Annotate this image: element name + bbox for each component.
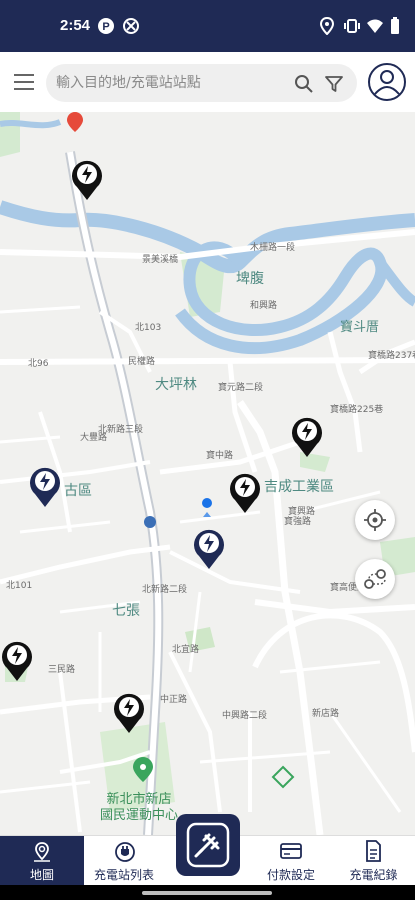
district-label: 吉成工業區 <box>264 479 334 495</box>
charging-marker[interactable] <box>112 690 146 734</box>
tab-label: 地圖 <box>29 868 54 882</box>
road-label: 寶橋路237巷 <box>368 351 415 361</box>
crosshair-icon <box>364 509 386 531</box>
filter-icon[interactable] <box>324 74 344 94</box>
tab-label: 充電站列表 <box>93 868 154 882</box>
road-label: 北新路二段 <box>142 585 188 595</box>
district-label: 大坪林 <box>155 377 197 393</box>
vibrate-icon <box>344 19 360 33</box>
road-label: 和興路 <box>250 301 278 311</box>
road-label: 新店路 <box>312 709 340 719</box>
document-icon <box>366 840 381 862</box>
tab-label: 充電紀錄 <box>349 868 398 882</box>
tab-map[interactable]: 地圖 <box>0 836 84 886</box>
road-label: 三民路 <box>48 665 76 675</box>
route-button[interactable] <box>355 559 395 599</box>
map-pin-icon <box>34 842 50 862</box>
wifi-icon <box>367 19 383 33</box>
charging-marker[interactable] <box>0 638 34 682</box>
station-list-icon <box>115 842 135 862</box>
charging-marker[interactable] <box>192 526 226 570</box>
search-input[interactable] <box>56 72 276 94</box>
tab-charging-records[interactable]: 充電紀錄 <box>332 836 415 886</box>
district-label: 埤腹 <box>236 271 264 287</box>
route-icon <box>364 569 386 589</box>
road-label: 北101 <box>6 581 33 591</box>
road-label: 北103 <box>135 323 162 333</box>
system-navigation-bar <box>0 885 415 900</box>
battery-icon <box>391 17 399 34</box>
p-badge-icon: P <box>98 18 114 34</box>
charging-marker[interactable] <box>28 464 62 508</box>
road-label: 中正路 <box>160 695 188 705</box>
charging-marker[interactable] <box>70 157 104 201</box>
road-label: 寶元路二段 <box>218 383 264 393</box>
my-location-button[interactable] <box>355 500 395 540</box>
blocked-icon <box>123 18 139 34</box>
road-label: 木柵路一段 <box>250 243 296 253</box>
poi-label: 新北市新店 國民運動中心 <box>100 792 179 823</box>
district-label: 七張 <box>112 603 140 619</box>
road-label: 北宜路 <box>172 645 200 655</box>
road-label: 寶中路 <box>206 451 234 461</box>
charge-button[interactable] <box>176 814 240 876</box>
road-label: 大豐路 <box>80 433 108 443</box>
map-base <box>0 112 415 835</box>
status-time: 2:54 <box>60 17 91 34</box>
road-label: 北96 <box>28 359 49 369</box>
district-label: 寶斗厝 <box>340 320 380 335</box>
road-label: 寶興路 <box>288 507 316 517</box>
charging-marker[interactable] <box>228 470 262 514</box>
home-handle[interactable] <box>142 891 272 895</box>
location-icon <box>319 17 335 35</box>
search-bar <box>46 64 357 102</box>
map-view[interactable]: 埤腹 寶斗厝 大坪林 吉成工業區 七張 古區 木柵路一段 景美溪橋 和興路 北1… <box>0 112 415 835</box>
road-label: 中興路二段 <box>222 711 268 721</box>
avatar[interactable] <box>367 62 407 102</box>
road-label: 民權路 <box>128 357 156 367</box>
credit-card-icon <box>280 843 302 859</box>
road-label: 景美溪橋 <box>142 255 179 265</box>
top-bar <box>0 52 415 112</box>
status-bar: 2:54 P <box>0 0 415 52</box>
district-label: 古區 <box>64 483 92 499</box>
svg-text:P: P <box>102 21 109 33</box>
search-icon[interactable] <box>294 74 314 94</box>
road-label: 寶橋路225巷 <box>330 405 384 415</box>
tab-station-list[interactable]: 充電站列表 <box>84 836 164 886</box>
tab-payment-settings[interactable]: 付款設定 <box>250 836 332 886</box>
tab-label: 付款設定 <box>266 868 315 882</box>
plug-icon <box>186 822 230 868</box>
menu-icon[interactable] <box>14 74 34 90</box>
charging-marker[interactable] <box>290 414 324 458</box>
